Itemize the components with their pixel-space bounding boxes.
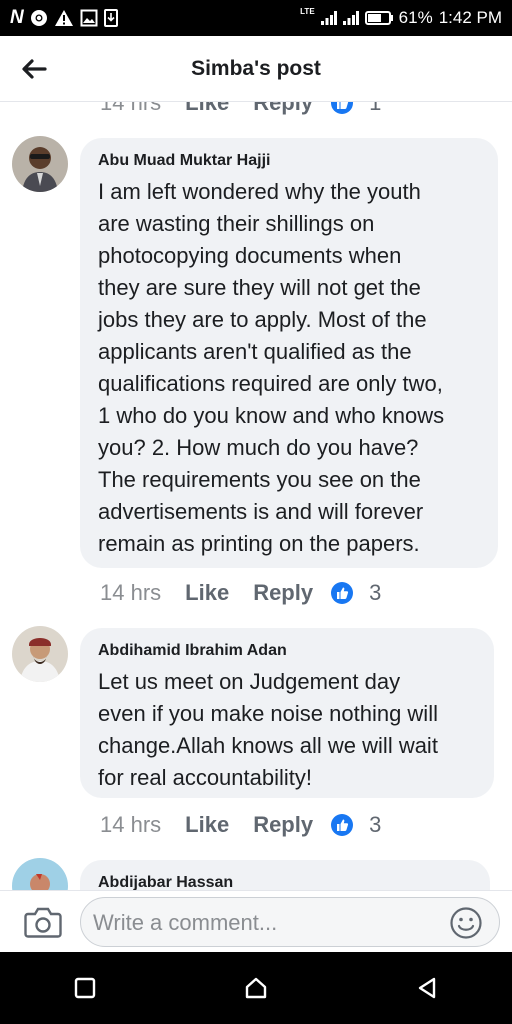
lte-label: LTE bbox=[300, 7, 315, 16]
avatar[interactable] bbox=[12, 136, 68, 192]
back-arrow-icon[interactable] bbox=[18, 54, 50, 84]
gallery-icon bbox=[80, 8, 98, 28]
comment-author[interactable]: Abu Muad Muktar Hajji bbox=[98, 152, 480, 170]
page-title: Simba's post bbox=[191, 56, 321, 80]
battery-icon bbox=[364, 8, 393, 28]
recent-apps-icon[interactable] bbox=[55, 958, 115, 1018]
comment-time: 14 hrs bbox=[100, 102, 162, 115]
prev-comment-meta: 14 hrs Like Reply 1 bbox=[100, 102, 381, 116]
comment-bubble[interactable]: Abdijabar Hassan bbox=[80, 860, 490, 890]
comment-time: 14 hrs bbox=[100, 580, 162, 605]
comment-author[interactable]: Abdijabar Hassan bbox=[98, 874, 472, 890]
comment-author[interactable]: Abdihamid Ibrahim Adan bbox=[98, 642, 476, 660]
avatar[interactable] bbox=[12, 626, 68, 682]
comment-text: Let us meet on Judgement day even if you… bbox=[98, 669, 438, 790]
home-icon[interactable] bbox=[226, 958, 286, 1018]
avatar[interactable] bbox=[12, 858, 68, 890]
reaction-count[interactable]: 3 bbox=[369, 812, 381, 838]
comment-meta: 14 hrs Like Reply 3 bbox=[100, 812, 381, 838]
battery-percent: 61% bbox=[398, 8, 433, 27]
signal-icon bbox=[320, 8, 337, 28]
like-button[interactable]: Like bbox=[185, 580, 229, 606]
comments-feed[interactable]: 14 hrs Like Reply 1 Abu Muad Muktar Hajj… bbox=[0, 102, 512, 890]
reaction-count: 1 bbox=[369, 102, 382, 115]
phone-download-icon bbox=[103, 8, 118, 28]
comment-input[interactable] bbox=[93, 908, 433, 938]
comment-bubble[interactable]: Abu Muad Muktar Hajji I am left wondered… bbox=[80, 138, 498, 568]
navigation-bar bbox=[0, 952, 512, 1024]
like-reaction-icon bbox=[331, 102, 354, 114]
like-button[interactable]: Like bbox=[185, 812, 229, 838]
comment-composer bbox=[0, 890, 512, 952]
comment-input-wrapper[interactable] bbox=[80, 897, 500, 947]
reaction-count[interactable]: 3 bbox=[369, 580, 381, 606]
status-bar-right: LTE 61% 1:42 PM bbox=[300, 8, 502, 28]
comment-text: I am left wondered why the youth are was… bbox=[98, 179, 445, 556]
back-icon[interactable] bbox=[397, 958, 457, 1018]
clock: 1:42 PM bbox=[438, 8, 502, 27]
warning-icon bbox=[54, 8, 74, 28]
reply-button[interactable]: Reply bbox=[253, 812, 313, 838]
reply-button[interactable]: Reply bbox=[253, 102, 313, 116]
signal-icon-2 bbox=[342, 8, 359, 28]
reply-button[interactable]: Reply bbox=[253, 580, 313, 606]
chrome-icon bbox=[30, 8, 48, 28]
comment-bubble[interactable]: Abdihamid Ibrahim Adan Let us meet on Ju… bbox=[80, 628, 494, 798]
like-reaction-icon bbox=[331, 582, 354, 604]
camera-icon[interactable] bbox=[24, 905, 62, 939]
status-bar-left: N bbox=[10, 7, 118, 29]
emoji-icon[interactable] bbox=[449, 906, 483, 940]
status-bar: N LTE 61% 1:42 PM bbox=[0, 0, 512, 36]
like-button[interactable]: Like bbox=[185, 102, 229, 116]
like-reaction-icon bbox=[331, 814, 354, 836]
post-header: Simba's post bbox=[0, 36, 512, 102]
carrier-icon: N bbox=[10, 7, 24, 28]
comment-time: 14 hrs bbox=[100, 812, 162, 837]
comment-meta: 14 hrs Like Reply 3 bbox=[100, 580, 381, 606]
